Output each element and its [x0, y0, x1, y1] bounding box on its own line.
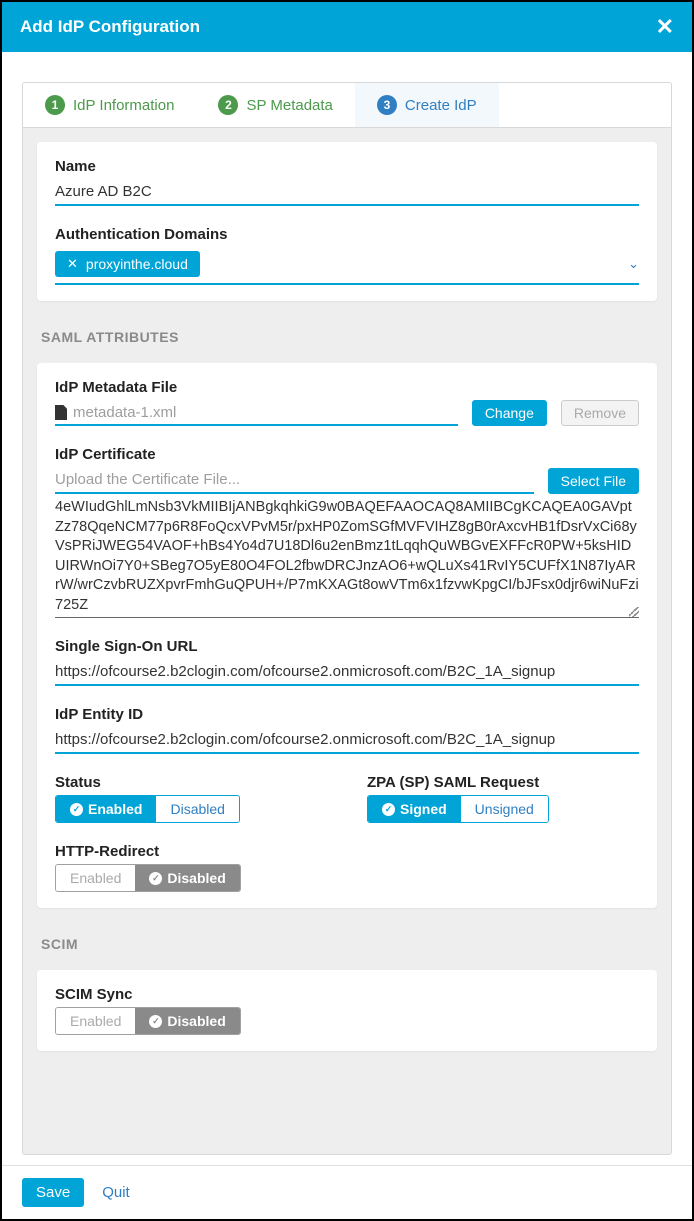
check-icon: ✓ [149, 1015, 162, 1028]
dialog-footer: Save Quit [2, 1165, 692, 1219]
entity-id-input[interactable] [55, 727, 639, 754]
step-create-idp[interactable]: 3 Create IdP [355, 83, 499, 127]
name-label: Name [55, 158, 639, 175]
wizard-stepper: 1 IdP Information 2 SP Metadata 3 Create… [23, 83, 671, 128]
http-enabled-button[interactable]: Enabled [56, 865, 135, 891]
http-redirect-toggle: Enabled ✓ Disabled [55, 864, 241, 892]
step-number: 3 [377, 95, 397, 115]
check-icon: ✓ [70, 803, 83, 816]
chip-label: proxyinthe.cloud [86, 256, 188, 272]
save-button[interactable]: Save [22, 1178, 84, 1207]
http-redirect-label: HTTP-Redirect [55, 843, 639, 860]
http-disabled-button[interactable]: ✓ Disabled [135, 865, 239, 891]
step-number: 1 [45, 95, 65, 115]
scim-card: SCIM Sync Enabled ✓ Disabled [37, 970, 657, 1051]
scim-sync-toggle: Enabled ✓ Disabled [55, 1007, 241, 1035]
dialog-titlebar: Add IdP Configuration ✕ [2, 2, 692, 52]
metadata-label: IdP Metadata File [55, 379, 639, 396]
close-icon[interactable]: ✕ [656, 14, 674, 40]
select-file-button[interactable]: Select File [548, 468, 639, 494]
saml-section-header: SAML ATTRIBUTES [23, 315, 671, 349]
scim-section-header: SCIM [23, 922, 671, 956]
remove-chip-icon[interactable]: ✕ [67, 256, 78, 272]
cert-label: IdP Certificate [55, 446, 639, 463]
step-label: Create IdP [405, 97, 477, 114]
status-disabled-button[interactable]: Disabled [156, 796, 238, 822]
change-button[interactable]: Change [472, 400, 547, 426]
chevron-down-icon[interactable]: ⌄ [628, 256, 639, 272]
dialog-title: Add IdP Configuration [20, 17, 200, 37]
zpa-signed-button[interactable]: ✓ Signed [368, 796, 461, 822]
remove-button[interactable]: Remove [561, 400, 639, 426]
scim-disabled-button[interactable]: ✓ Disabled [135, 1008, 239, 1034]
metadata-filename: metadata-1.xml [73, 404, 176, 421]
zpa-request-label: ZPA (SP) SAML Request [367, 774, 639, 791]
zpa-unsigned-button[interactable]: Unsigned [461, 796, 548, 822]
sso-url-label: Single Sign-On URL [55, 638, 639, 655]
auth-domains-label: Authentication Domains [55, 226, 639, 243]
step-label: SP Metadata [246, 97, 332, 114]
step-label: IdP Information [73, 97, 174, 114]
dialog-body: 1 IdP Information 2 SP Metadata 3 Create… [2, 52, 692, 1165]
status-enabled-button[interactable]: ✓ Enabled [56, 796, 156, 822]
add-idp-dialog: Add IdP Configuration ✕ 1 IdP Informatio… [2, 2, 692, 1219]
status-toggle: ✓ Enabled Disabled [55, 795, 240, 823]
file-icon [55, 405, 67, 420]
check-icon: ✓ [149, 872, 162, 885]
scim-sync-label: SCIM Sync [55, 986, 639, 1003]
check-icon: ✓ [382, 803, 395, 816]
general-card: Name Authentication Domains ✕ proxyinthe… [37, 142, 657, 301]
resize-handle-icon[interactable] [629, 607, 639, 617]
status-label: Status [55, 774, 327, 791]
zpa-request-toggle: ✓ Signed Unsigned [367, 795, 549, 823]
saml-card: IdP Metadata File metadata-1.xml Change … [37, 363, 657, 908]
metadata-file-display: metadata-1.xml [55, 404, 458, 426]
step-idp-information[interactable]: 1 IdP Information [23, 83, 196, 127]
entity-id-label: IdP Entity ID [55, 706, 639, 723]
domain-chip[interactable]: ✕ proxyinthe.cloud [55, 251, 200, 277]
cert-upload-input[interactable] [55, 467, 534, 494]
sso-url-input[interactable] [55, 659, 639, 686]
auth-domains-select[interactable]: ✕ proxyinthe.cloud ⌄ [55, 247, 639, 285]
cert-content[interactable]: 4eWIudGhlLmNsb3VkMIIBIjANBgkqhkiG9w0BAQE… [55, 494, 639, 618]
main-panel: 1 IdP Information 2 SP Metadata 3 Create… [22, 82, 672, 1155]
quit-button[interactable]: Quit [102, 1184, 130, 1201]
name-input[interactable] [55, 179, 639, 206]
step-number: 2 [218, 95, 238, 115]
scim-enabled-button[interactable]: Enabled [56, 1008, 135, 1034]
step-sp-metadata[interactable]: 2 SP Metadata [196, 83, 354, 127]
